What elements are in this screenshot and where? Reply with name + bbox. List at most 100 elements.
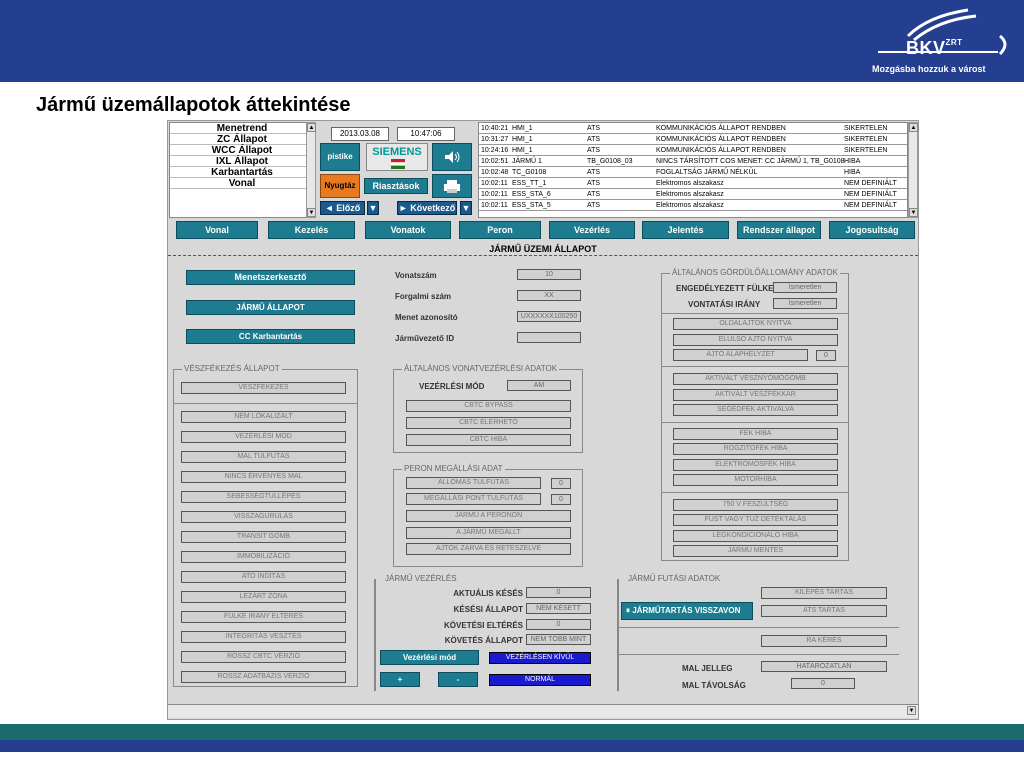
group-divider xyxy=(173,403,358,404)
kovetes-allapot-value: NEM TÖBB MINT xyxy=(526,634,591,645)
alarm-row[interactable]: 10:31:27 HMI_1 ATS KOMMUNIKÁCIÓS ÁLLAPOT RE… xyxy=(479,134,907,145)
fulke-value: Ismeretlen xyxy=(773,282,837,293)
megallasi-pont-value: 0 xyxy=(551,494,571,505)
jarmutartas-label: JÁRMŰTARTÁS VISSZAVON xyxy=(632,606,741,615)
print-button[interactable] xyxy=(432,174,472,198)
menu-item[interactable]: WCC Állapot xyxy=(170,145,314,156)
alarm-row[interactable]: 10:02:11 ESS_STA_5 ATS Elektromos alszakasz… xyxy=(479,200,907,211)
kesesi-allapot-label: KÉSÉSI ÁLLAPOT xyxy=(453,605,523,614)
nav-jelentes[interactable]: Jelentés xyxy=(642,221,729,239)
alarm-row[interactable]: 10:40:21 HMI_1 ATS KOMMUNIKÁCIÓS ÁLLAPOT RE… xyxy=(479,123,907,134)
prev-dropdown-button[interactable]: ▼ xyxy=(367,201,379,215)
alarm-cell: ATS xyxy=(587,147,601,154)
ats-tartas-box: ATS TARTÁS xyxy=(761,605,887,617)
next-button[interactable]: ► Következő xyxy=(397,201,457,215)
menu-item[interactable]: Menetrend xyxy=(170,123,314,134)
nav-rendszer-allapot[interactable]: Rendszer állapot xyxy=(737,221,821,239)
nav-jogosultsag[interactable]: Jogosultság xyxy=(829,221,915,239)
group-divider xyxy=(661,313,849,314)
chevron-down-icon: ▼ xyxy=(368,203,378,213)
menetszerkeszto-button[interactable]: Menetszerkesztő xyxy=(186,270,355,285)
oldalajtok-box: OLDALAJTÓK NYITVA xyxy=(673,318,838,330)
alarm-row[interactable]: 10:02:11 ESS_TT_1 ATS Elektromos alszakasz N… xyxy=(479,178,907,189)
nav-kezeles[interactable]: Kezelés xyxy=(268,221,355,239)
jarmu-vezeres-title: JÁRMŰ VEZÉRLÉS xyxy=(383,574,459,583)
vezerlesi-mod-button[interactable]: Vezérlési mód xyxy=(380,650,479,665)
menu-list[interactable]: Menetrend ZC Állapot WCC Állapot IXL Áll… xyxy=(169,122,315,218)
cbtc-hiba-box: CBTC HIBA xyxy=(406,434,571,446)
veszfekezes-item: IMMOBILIZÁCIÓ xyxy=(181,551,346,563)
jarmu-megallt-box: A JÁRMŰ MEGÁLLT xyxy=(406,527,571,539)
nav-vonal[interactable]: Vonal xyxy=(176,221,258,239)
group-divider xyxy=(661,422,849,423)
veszfekezes-item: LEZÁRT ZÓNA xyxy=(181,591,346,603)
irany-label: VONTATÁSI IRÁNY xyxy=(688,300,761,309)
alarm-cell: 10:31:27 xyxy=(481,136,509,143)
alarm-cell: HMI_1 xyxy=(512,147,533,154)
legkondi-box: LÉGKONDICIONÁLÓ HIBA xyxy=(673,530,838,542)
vezerlesi-mod-value: AM xyxy=(507,380,571,391)
alarm-cell: SIKERTELEN xyxy=(844,147,888,154)
menu-item[interactable]: ZC Állapot xyxy=(170,134,314,145)
kesesi-allapot-value: NEM KÉSETT xyxy=(526,603,591,614)
nav-vonatok[interactable]: Vonatok xyxy=(365,221,451,239)
alarm-scrollbar[interactable]: ▲ ▼ xyxy=(908,122,918,218)
chevron-down-icon[interactable]: ▼ xyxy=(907,706,916,715)
menu-item[interactable]: Karbantartás xyxy=(170,167,314,178)
scroll-up-icon[interactable]: ▲ xyxy=(307,123,316,132)
alarm-cell: 10:24:16 xyxy=(481,147,509,154)
jarmu-mentes-box: JÁRMŰ MENTÉS xyxy=(673,545,838,557)
group-divider xyxy=(661,366,849,367)
menu-item[interactable]: IXL Állapot xyxy=(170,156,314,167)
alarm-row[interactable]: 10:24:16 HMI_1 ATS KOMMUNIKÁCIÓS ÁLLAPOT RE… xyxy=(479,145,907,156)
alarm-cell: TB_G0108_03 xyxy=(587,158,633,165)
riasztasok-button[interactable]: Riasztások xyxy=(364,178,428,194)
fek-hiba-box: FÉK HIBA xyxy=(673,428,838,440)
alarm-row[interactable]: 10:02:51 JÁRMŰ 1 TB_G0108_03 NINCS TÁRSÍTOT… xyxy=(479,156,907,167)
arrow-right-icon: ► xyxy=(398,203,411,213)
app-window: Menetrend ZC Állapot WCC Állapot IXL Áll… xyxy=(167,120,919,720)
alarm-cell: Elektromos alszakasz xyxy=(656,191,724,198)
alarm-row[interactable]: 10:02:48 TC_G0108 ATS FOGLALTSÁG JÁRMŰ NÉLK… xyxy=(479,167,907,178)
mal-tavolsag-value: 0 xyxy=(791,678,855,689)
alarm-row[interactable]: 10:02:11 ESS_STA_6 ATS Elektromos alszakasz… xyxy=(479,189,907,200)
cc-karbantartas-button[interactable]: CC Karbantartás xyxy=(186,329,355,344)
alarm-cell: 10:02:51 xyxy=(481,158,509,165)
tagline: Mozgásba hozzuk a várost xyxy=(872,64,986,74)
header-banner: BKVZRT Mozgásba hozzuk a várost xyxy=(0,0,1024,82)
vezerlesi-mod-label: VEZÉRLÉSI MÓD xyxy=(419,382,485,391)
scroll-down-icon[interactable]: ▼ xyxy=(307,208,316,217)
veszfekezes-item: FÜLKE IRÁNY ELTÉRÉS xyxy=(181,611,346,623)
alarm-table[interactable]: 10:40:21 HMI_1 ATS KOMMUNIKÁCIÓS ÁLLAPOT RE… xyxy=(478,122,908,218)
megallasi-pont-box: MEGÁLLÁSI PONT TÚLFUTÁS xyxy=(406,493,541,505)
kovetesi-elteres-value: 0 xyxy=(526,619,591,630)
veszfekezes-item: NINCS ÉRVÉNYES MAL xyxy=(181,471,346,483)
alarm-cell: 10:02:11 xyxy=(481,202,508,209)
minus-button[interactable]: - xyxy=(438,672,478,687)
pistike-button[interactable]: pistike xyxy=(320,143,360,171)
veszfekezes-title: VÉSZFÉKEZÉS ÁLLAPOT xyxy=(182,364,282,373)
veszfekezes-item: NEM LOKALIZÁLT xyxy=(181,411,346,423)
rogzitofek-hiba-box: RÖGZÍTŐFÉK HIBA xyxy=(673,443,838,455)
nyugtaz-button[interactable]: Nyugtáz xyxy=(320,174,360,198)
next-dropdown-button[interactable]: ▼ xyxy=(460,201,472,215)
alarm-cell: SIKERTELEN xyxy=(844,136,888,143)
jarmu-allapot-button[interactable]: JÁRMŰ ÁLLAPOT xyxy=(186,300,355,315)
nav-peron[interactable]: Peron xyxy=(459,221,541,239)
jarmutartas-visszavon-button[interactable]: ⏸ JÁRMŰTARTÁS VISSZAVON xyxy=(621,602,753,620)
nav-vezerles[interactable]: Vezérlés xyxy=(549,221,635,239)
plus-button[interactable]: + xyxy=(380,672,420,687)
menu-item[interactable]: Vonal xyxy=(170,178,314,189)
prev-button[interactable]: ◄ Előző xyxy=(320,201,365,215)
alarm-cell: NEM DEFINIÁLT xyxy=(844,180,897,187)
kovetes-allapot-label: KÖVETÉS ÁLLAPOT xyxy=(444,636,523,645)
vonatszam-value: 10 xyxy=(517,269,581,280)
menu-scrollbar[interactable]: ▲ ▼ xyxy=(306,122,316,218)
scroll-up-icon[interactable]: ▲ xyxy=(909,123,918,132)
veszfekezes-item: INTEGRITÁS VESZTÉS xyxy=(181,631,346,643)
scroll-down-icon[interactable]: ▼ xyxy=(909,208,918,217)
ajto-alaphelyzet-value: 0 xyxy=(816,350,836,361)
veszfekezes-item: MAL TÚLFUTÁS xyxy=(181,451,346,463)
sound-button[interactable] xyxy=(432,143,472,171)
alarm-cell: KOMMUNIKÁCIÓS ÁLLAPOT RENDBEN xyxy=(656,125,786,132)
